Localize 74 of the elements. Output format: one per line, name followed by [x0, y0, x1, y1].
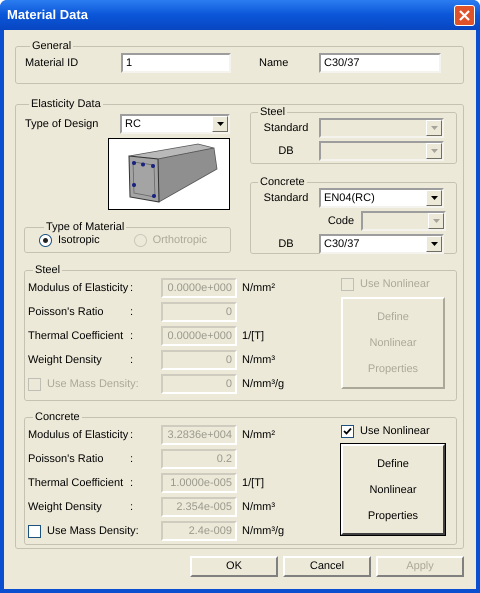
- caret-icon: [216, 122, 224, 126]
- group-title: Concrete: [34, 411, 81, 423]
- dropdown[interactable]: RC: [120, 114, 230, 134]
- group-title: Concrete: [259, 176, 306, 188]
- field-label: Standard: [262, 190, 310, 206]
- unit-label: 1/[T]: [242, 476, 264, 491]
- value-field[interactable]: 0.2: [161, 449, 237, 469]
- value-field[interactable]: 1.0000e-005: [161, 473, 237, 493]
- dropdown-arrow-button[interactable]: [426, 236, 442, 252]
- text-field[interactable]: C30/37: [319, 53, 441, 73]
- unit-label: 1/[T]: [242, 328, 264, 344]
- field-label: Modulus of Elasticity: [28, 428, 128, 443]
- label-colon: :: [129, 304, 134, 320]
- unit-label: N/mm³: [242, 352, 275, 368]
- label-colon: :: [129, 476, 134, 491]
- dropdown[interactable]: EN04(RC): [319, 188, 444, 208]
- value-field[interactable]: 0.0000e+000: [161, 278, 237, 298]
- value-field[interactable]: 2.4e-009: [161, 521, 237, 541]
- field-label: Type of Design: [24, 116, 100, 132]
- value-field[interactable]: 3.2836e+004: [161, 425, 237, 445]
- close-button[interactable]: [454, 4, 475, 26]
- label-colon: :: [129, 428, 134, 443]
- field-label: DB: [277, 144, 295, 159]
- field-label: Weight Density: [28, 352, 103, 368]
- unit-label: N/mm³/g: [242, 376, 284, 392]
- value-field[interactable]: 2.354e-005: [161, 497, 237, 517]
- field-label: Standard: [262, 120, 310, 136]
- field-label: Thermal Coefficient: [28, 328, 124, 344]
- text-field[interactable]: 1: [121, 53, 231, 73]
- unit-label: N/mm³: [242, 500, 275, 515]
- unit-label: N/mm²: [242, 280, 275, 296]
- caret-icon: [430, 196, 438, 200]
- window-title: Material Data: [7, 6, 88, 24]
- label-colon: :: [129, 352, 134, 368]
- unit-label: N/mm²: [242, 428, 275, 443]
- group-title: Elasticity Data: [30, 98, 102, 110]
- field-label: DB: [277, 236, 295, 252]
- label-colon: :: [129, 500, 134, 515]
- checkbox-label[interactable]: Use Mass Density:: [47, 522, 139, 540]
- checkbox[interactable]: [28, 524, 41, 538]
- field-label: Name: [259, 56, 290, 71]
- group-title: Type of Material: [45, 221, 126, 233]
- label-colon: :: [129, 280, 134, 296]
- unit-label: N/mm³/g: [242, 524, 284, 539]
- caret-icon: [430, 126, 438, 130]
- checkbox[interactable]: [341, 424, 354, 438]
- dialog-button[interactable]: Cancel: [283, 556, 371, 577]
- label-colon: :: [129, 328, 134, 344]
- group-title: Steel: [34, 264, 62, 276]
- field-label: Thermal Coefficient: [28, 476, 124, 491]
- radio-label[interactable]: Isotropic: [58, 232, 100, 248]
- group-title: General: [31, 40, 72, 52]
- value-field[interactable]: 0.0000e+000: [161, 326, 237, 346]
- group-title: Steel: [259, 106, 286, 118]
- caret-icon: [432, 219, 440, 223]
- caret-icon: [430, 149, 438, 153]
- define-nonlinear-button[interactable]: Define Nonlinear Properties: [341, 444, 445, 535]
- radio-button[interactable]: [39, 234, 52, 247]
- value-field[interactable]: 0: [161, 302, 237, 322]
- close-icon: [459, 10, 470, 20]
- field-label: Weight Density: [28, 500, 103, 515]
- field-label: Code: [326, 214, 356, 229]
- caret-icon: [430, 242, 438, 246]
- field-label: Material ID: [25, 56, 80, 71]
- dialog-button[interactable]: OK: [190, 556, 278, 577]
- checkbox-label[interactable]: Use Nonlinear: [360, 422, 430, 440]
- label-colon: :: [129, 452, 134, 467]
- field-label: Poisson's Ratio: [28, 452, 104, 467]
- dropdown-arrow-button[interactable]: [212, 116, 228, 132]
- field-label: Poisson's Ratio: [28, 304, 104, 320]
- field-label: Modulus of Elasticity: [28, 280, 128, 296]
- dropdown[interactable]: C30/37: [319, 234, 444, 254]
- value-field[interactable]: 0: [161, 350, 237, 370]
- dropdown-arrow-button[interactable]: [426, 190, 442, 206]
